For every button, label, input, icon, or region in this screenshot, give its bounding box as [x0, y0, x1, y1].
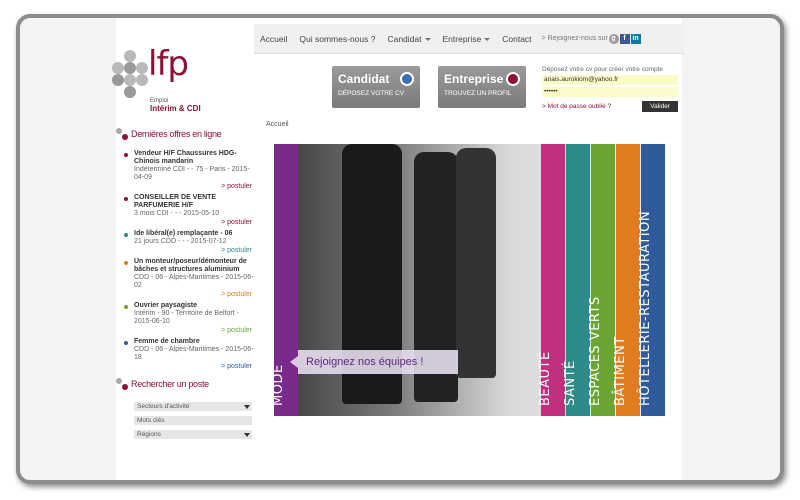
hero-banner[interactable]: MODE Rejoignez nos équipes ! BEAUTÉ SANTÉ…	[274, 144, 666, 416]
login-form: Déposez votre cv pour créer votre compte…	[542, 66, 678, 112]
offer-title[interactable]: Vendeur H/F Chaussures HDG- Chinois mand…	[134, 150, 256, 166]
regions-select[interactable]: Régions	[134, 430, 252, 439]
offer-meta: 21 jours CDD - - - 2015-07-12	[134, 238, 227, 245]
page: Accueil Qui sommes-nous ? Candidat Entre…	[112, 18, 684, 480]
strip-label: BÂTIMENT	[613, 336, 628, 406]
sidebar: Dernières offres en ligne Vendeur H/F Ch…	[116, 128, 256, 439]
logo-brand: lfp	[148, 44, 189, 84]
offer-meta: Indéterminé CDI - - 75 - Paris - 2015-04…	[134, 166, 250, 181]
apply-link[interactable]: > postuler	[134, 183, 256, 190]
candidat-button[interactable]: Candidat DÉPOSEZ VOTRE CV	[332, 66, 420, 108]
offer-title[interactable]: Femme de chambre	[134, 338, 256, 346]
offer-item[interactable]: Un monteur/poseur/démonteur de bâches et…	[116, 258, 256, 298]
google-plus-icon[interactable]: g	[608, 33, 619, 44]
bullet-icon	[124, 341, 128, 345]
nav-entreprise[interactable]: Entreprise	[437, 34, 497, 44]
strip-beaut-[interactable]: BEAUTÉ	[538, 144, 565, 416]
email-field[interactable]: anais.aurokiom@yahoo.fr	[542, 75, 678, 85]
sector-select-value: Secteurs d'activité	[137, 403, 190, 410]
offer-meta: Intérim - 90 - Territoire de Belfort - 2…	[134, 310, 239, 325]
logo-mark-icon	[116, 378, 128, 390]
offers-title-text: Dernières offres en ligne	[131, 129, 222, 139]
facebook-icon[interactable]: f	[619, 33, 630, 44]
offer-meta: CDD - 06 - Alpes-Maritimes - 2015-06-18	[134, 346, 254, 361]
linkedin-icon[interactable]: in	[630, 33, 641, 44]
apply-link[interactable]: > postuler	[134, 219, 256, 226]
strip-label: BEAUTÉ	[538, 351, 553, 406]
bullet-icon	[124, 305, 128, 309]
regions-select-value: Régions	[137, 431, 161, 438]
offer-title[interactable]: Un monteur/poseur/démonteur de bâches et…	[134, 258, 256, 274]
strip-label: ESPACES VERTS	[588, 296, 603, 406]
strip-label: SANTÉ	[563, 360, 578, 406]
entreprise-sub: TROUVEZ UN PROFIL	[444, 90, 512, 97]
offer-meta: 3 mois CDI - - - 2015-05-10	[134, 210, 220, 217]
entreprise-button[interactable]: Entreprise TROUVEZ UN PROFIL	[438, 66, 526, 108]
offer-item[interactable]: Ide libéral(e) remplaçante - 06 21 jours …	[116, 230, 256, 254]
apply-link[interactable]: > postuler	[134, 327, 256, 334]
apply-link[interactable]: > postuler	[134, 247, 256, 254]
offer-item[interactable]: CONSEILLER DE VENTE PARFUMERIE H/F 3 mois…	[116, 194, 256, 226]
nav-contact[interactable]: Contact	[496, 34, 537, 44]
user-icon	[400, 72, 414, 86]
nav-qui-sommes-nous[interactable]: Qui sommes-nous ?	[293, 34, 381, 44]
chevron-down-icon	[244, 405, 250, 409]
join-us-text: > Rejoignez-nous sur	[541, 35, 608, 42]
offers-title: Dernières offres en ligne	[116, 128, 256, 140]
nav-entreprise-label: Entreprise	[442, 33, 482, 44]
strip-label: HÔTELLERIE-RESTAURATION	[638, 210, 653, 406]
bullet-icon	[124, 233, 128, 237]
bullet-icon	[124, 261, 128, 265]
strip-b-timent[interactable]: BÂTIMENT	[613, 144, 640, 416]
login-prompt: Déposez votre cv pour créer votre compte	[542, 66, 664, 73]
search-title-text: Rechercher un poste	[131, 379, 209, 389]
strip-mode[interactable]: MODE	[274, 144, 298, 416]
entreprise-title: Entreprise	[444, 72, 504, 86]
sector-select[interactable]: Secteurs d'activité	[134, 402, 252, 411]
top-nav: Accueil Qui sommes-nous ? Candidat Entre…	[254, 24, 684, 54]
apply-link[interactable]: > postuler	[134, 363, 256, 370]
logo-mark-icon	[116, 128, 128, 140]
breadcrumb[interactable]: Accueil	[266, 121, 289, 128]
search-title: Rechercher un poste	[116, 378, 256, 390]
logo-mark-icon	[112, 50, 148, 98]
candidat-sub: DÉPOSEZ VOTRE CV	[338, 90, 405, 97]
model-figure	[456, 148, 496, 378]
user-icon	[506, 72, 520, 86]
apply-link[interactable]: > postuler	[134, 291, 256, 298]
join-teams-banner: Rejoignez nos équipes !	[290, 350, 458, 374]
offers-list: Vendeur H/F Chaussures HDG- Chinois mand…	[116, 150, 256, 370]
offer-item[interactable]: Femme de chambre CDD - 06 - Alpes-Maritim…	[116, 338, 256, 370]
offer-meta: CDD - 06 - Alpes-Maritimes - 2015-06-02	[134, 274, 254, 289]
forgot-password-link[interactable]: > Mot de passe oublié ?	[542, 103, 611, 110]
bullet-icon	[124, 153, 128, 157]
strip-espaces-verts[interactable]: ESPACES VERTS	[588, 144, 615, 416]
keywords-input[interactable]: Mots clés	[134, 416, 252, 425]
offer-title[interactable]: Ouvrier paysagiste	[134, 302, 256, 310]
logo[interactable]: lfp Emploi Intérim & CDI	[112, 44, 212, 118]
chevron-down-icon	[484, 37, 491, 41]
nav-candidat[interactable]: Candidat	[381, 34, 436, 44]
chevron-down-icon	[424, 37, 431, 41]
submit-button[interactable]: Valider	[642, 101, 678, 112]
browser-frame: Accueil Qui sommes-nous ? Candidat Entre…	[16, 14, 784, 484]
password-field[interactable]: ••••••	[542, 87, 678, 97]
candidat-title: Candidat	[338, 72, 390, 86]
offer-item[interactable]: Vendeur H/F Chaussures HDG- Chinois mand…	[116, 150, 256, 190]
offer-title[interactable]: CONSEILLER DE VENTE PARFUMERIE H/F	[134, 194, 256, 210]
bullet-icon	[124, 197, 128, 201]
offer-title[interactable]: Ide libéral(e) remplaçante - 06	[134, 230, 256, 238]
offer-item[interactable]: Ouvrier paysagiste Intérim - 90 - Territo…	[116, 302, 256, 334]
strip-mode-label: MODE	[274, 364, 286, 406]
strip-h-tellerie-restauration[interactable]: HÔTELLERIE-RESTAURATION	[638, 144, 665, 416]
logo-tagline: Intérim & CDI	[150, 104, 201, 113]
nav-accueil[interactable]: Accueil	[254, 34, 293, 44]
strip-sant-[interactable]: SANTÉ	[563, 144, 590, 416]
chevron-down-icon	[244, 433, 250, 437]
nav-candidat-label: Candidat	[387, 33, 422, 44]
